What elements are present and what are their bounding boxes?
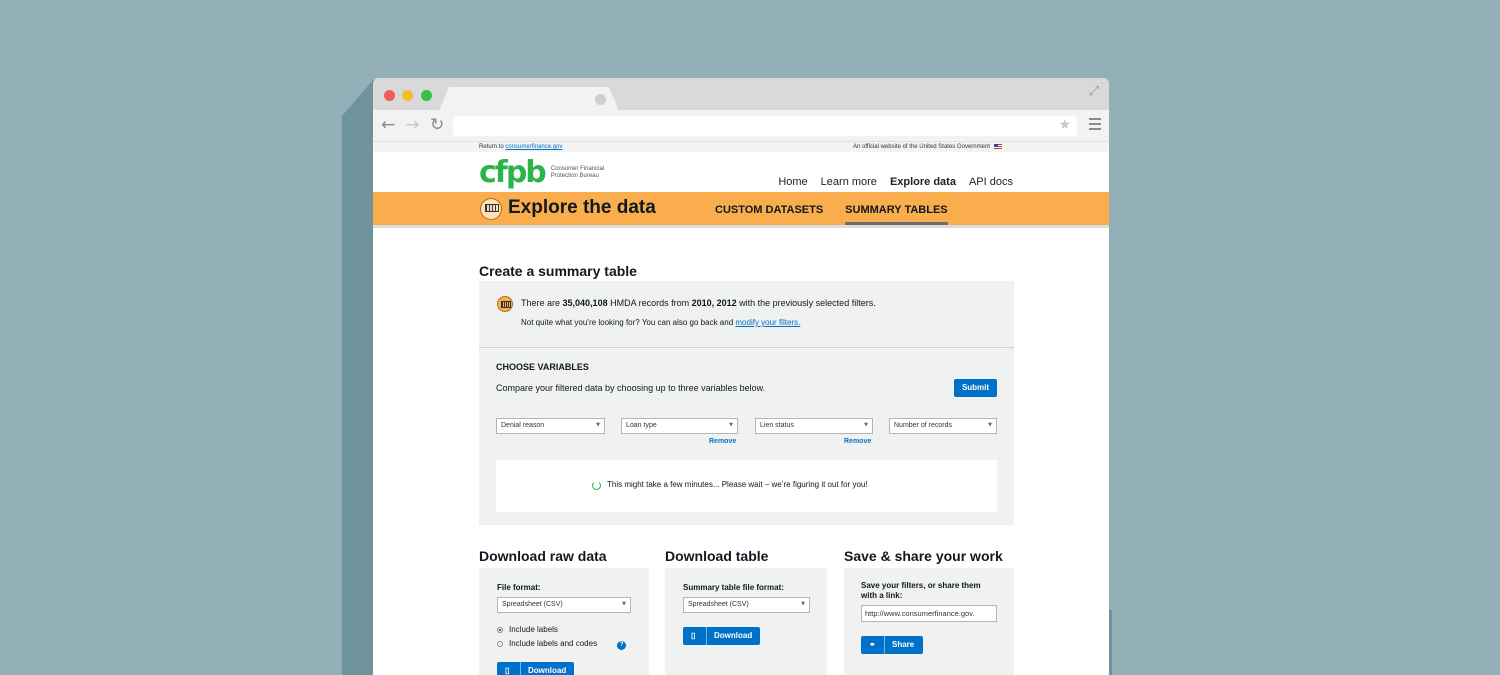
tab-custom-datasets[interactable]: CUSTOM DATASETS [715,204,823,225]
nav-explore-data[interactable]: Explore data [890,176,956,188]
nav-home[interactable]: Home [778,176,807,188]
help-icon[interactable]: ? [617,641,627,650]
chevron-down-icon: ▼ [596,422,600,428]
forward-arrow-icon[interactable]: → [405,115,419,135]
variable-select-1[interactable]: Denial reason ▼ [496,418,605,434]
radio-empty-icon [497,640,503,647]
download-table-panel: Summary table file format: Spreadsheet (… [665,568,827,675]
share-button[interactable]: ⚭ Share [861,636,923,654]
summary-format-label: Summary table file format: [683,583,784,592]
nav-learn-more[interactable]: Learn more [821,176,877,188]
loading-spinner-icon [592,481,601,490]
document-icon: ▯ [691,627,707,645]
download-raw-title: Download raw data [479,548,607,564]
site-header: cfpb Consumer Financial Protection Burea… [373,152,1109,192]
explore-bar: Explore the data CUSTOM DATASETS SUMMARY… [373,192,1109,228]
chevron-down-icon: ▼ [801,601,805,607]
remove-variable-2-link[interactable]: Remove [709,438,736,445]
logo-mark: cfpb [479,155,547,190]
fullscreen-icon[interactable]: ⤢ [1089,84,1099,99]
close-window-button[interactable] [384,90,395,101]
reload-icon[interactable]: ↻ [430,115,444,135]
cfpb-logo[interactable]: cfpb Consumer Financial Protection Burea… [479,155,607,190]
radio-selected-icon [497,626,503,633]
submit-button[interactable]: Submit [954,379,997,397]
document-icon: ▯ [505,662,521,675]
return-text: Return to consumerfinance.gov [479,144,563,150]
tab-summary-tables[interactable]: SUMMARY TABLES [845,204,948,225]
records-icon [497,296,513,312]
browser-tab[interactable] [439,87,619,111]
link-icon: ⚭ [869,636,885,654]
data-download-icon [480,198,502,220]
download-raw-panel: File format: Spreadsheet (CSV) ▼ Include … [479,568,649,675]
government-banner: Return to consumerfinance.gov An officia… [373,142,1109,152]
download-table-title: Download table [665,548,769,564]
browser-window: ⤢ ← → ↻ ★ Return to consumerfinance.gov … [373,78,1109,675]
address-bar[interactable]: ★ [453,116,1077,136]
variable-select-4[interactable]: Number of records ▼ [889,418,997,434]
choose-variables-description: Compare your filtered data by choosing u… [496,383,766,393]
include-labels-codes-radio[interactable]: Include labels and codes? [497,639,627,650]
browser-menu-icon[interactable] [1089,118,1101,133]
variable-select-3[interactable]: Lien status ▼ [755,418,873,434]
records-summary: There are 35,040,108 HMDA records from 2… [521,298,876,308]
share-url-field[interactable]: http://www.consumerfinance.gov. [861,605,997,622]
share-title: Save & share your work [844,548,1003,564]
share-panel: Save your filters, or share them with a … [844,568,1014,675]
chevron-down-icon: ▼ [864,422,868,428]
variable-select-2[interactable]: Loan type ▼ [621,418,738,434]
remove-variable-3-link[interactable]: Remove [844,438,871,445]
raw-format-select[interactable]: Spreadsheet (CSV) ▼ [497,597,631,613]
main-nav: Home Learn more Explore data API docs [778,176,1013,188]
include-labels-radio[interactable]: Include labels [497,625,558,634]
explore-title: Explore the data [508,197,656,218]
loading-box: This might take a few minutes... Please … [496,460,997,512]
minimize-window-button[interactable] [402,90,413,101]
modify-filters-link[interactable]: modify your filters. [735,318,800,327]
download-table-button[interactable]: ▯ Download [683,627,760,645]
chevron-down-icon: ▼ [729,422,733,428]
share-description: Save your filters, or share them with a … [861,581,981,600]
download-raw-button[interactable]: ▯ Download [497,662,574,675]
records-subtext: Not quite what you’re looking for? You c… [521,318,801,327]
table-format-select[interactable]: Spreadsheet (CSV) ▼ [683,597,810,613]
explore-tabs: CUSTOM DATASETS SUMMARY TABLES [715,204,948,225]
browser-titlebar: ⤢ [373,78,1109,111]
summary-panel: There are 35,040,108 HMDA records from 2… [479,281,1014,525]
us-flag-icon [993,144,1002,149]
choose-variables-title: CHOOSE VARIABLES [496,362,589,372]
maximize-window-button[interactable] [421,90,432,101]
logo-text: Consumer Financial Protection Bureau [550,166,605,179]
return-link[interactable]: consumerfinance.gov [505,144,562,150]
bookmark-star-icon[interactable]: ★ [1058,117,1071,133]
loading-text: This might take a few minutes... Please … [607,480,868,489]
back-arrow-icon[interactable]: ← [381,115,395,135]
chevron-down-icon: ▼ [988,422,992,428]
divider [479,347,1014,348]
tab-close-icon[interactable] [595,94,606,105]
chevron-down-icon: ▼ [622,601,626,607]
page-title: Create a summary table [479,263,637,279]
file-format-label: File format: [497,583,541,592]
official-text: An official website of the United States… [853,144,1002,150]
browser-toolbar: ← → ↻ ★ [373,110,1109,142]
nav-api-docs[interactable]: API docs [969,176,1013,188]
